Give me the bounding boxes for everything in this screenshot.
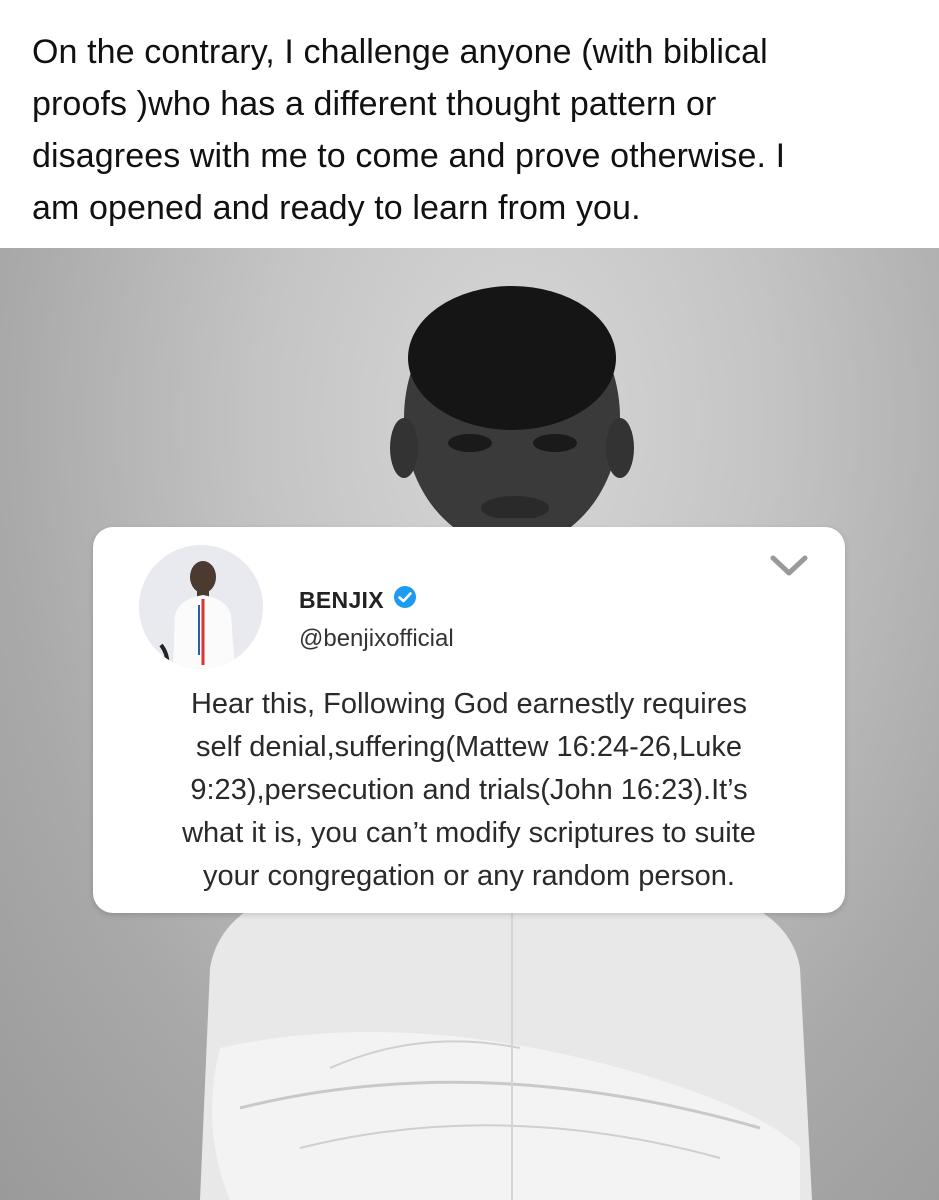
tweet-text-line: self denial,suffering(Mattew 16:24-26,Lu… [196, 731, 742, 763]
caption-line: disagrees with me to come and prove othe… [32, 137, 786, 175]
avatar[interactable] [139, 545, 263, 669]
user-handle[interactable]: @benjixofficial [299, 625, 454, 653]
tweet-body: Hear this, Following God earnestly requi… [93, 683, 845, 898]
post-caption: On the contrary, I challenge anyone (wit… [32, 26, 912, 234]
tweet-text-line: Hear this, Following God earnestly requi… [190, 688, 748, 720]
caption-line: am opened and ready to learn from you. [32, 189, 641, 227]
caption-line: On the contrary, I challenge anyone (wit… [32, 33, 768, 71]
tweet-text-line: what it is, you can’t modify scriptures … [182, 817, 756, 849]
verified-badge-icon [394, 586, 416, 608]
tweet-text-line: your congregation or any random person. [203, 860, 735, 892]
tweet-card[interactable]: BENJIX @benjixofficial Hear this, Follow… [93, 527, 845, 913]
chevron-down-icon[interactable] [769, 553, 809, 579]
tweet-text-line: 9:23),persecution and trials(John 16:23)… [190, 774, 748, 806]
display-name[interactable]: BENJIX [299, 587, 384, 614]
caption-line: proofs )who has a different thought patt… [32, 85, 717, 123]
